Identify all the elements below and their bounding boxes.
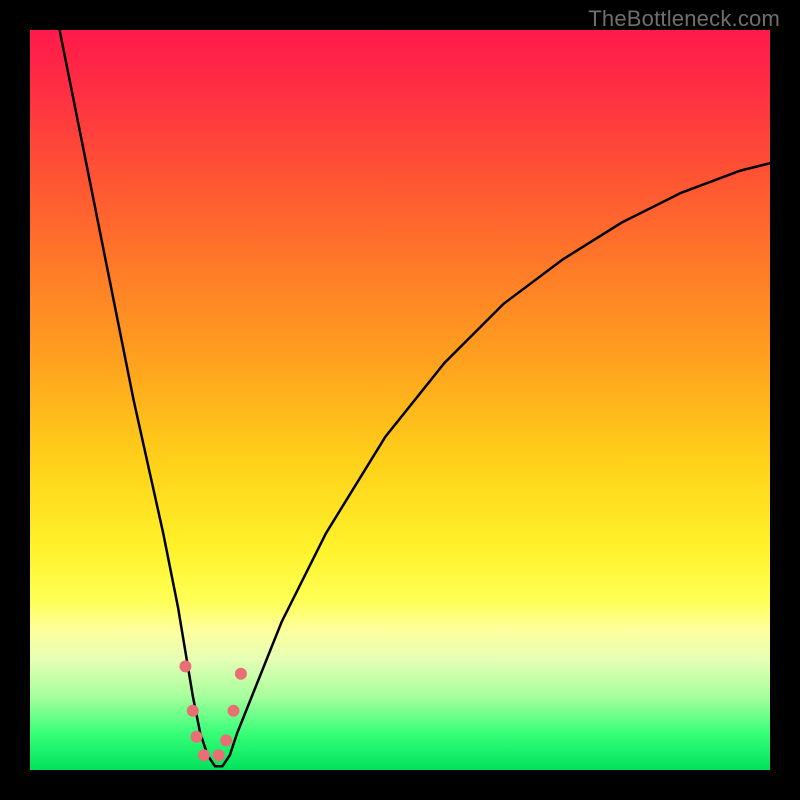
curve-marker <box>235 668 247 680</box>
plot-area <box>30 30 770 770</box>
curve-marker <box>187 705 199 717</box>
bottleneck-curve <box>60 30 770 766</box>
curve-marker <box>191 731 203 743</box>
chart-frame: TheBottleneck.com <box>0 0 800 800</box>
curve-marker <box>213 749 225 761</box>
watermark-text: TheBottleneck.com <box>588 6 780 32</box>
curve-marker <box>179 660 191 672</box>
curve-layer <box>30 30 770 770</box>
curve-marker <box>198 749 210 761</box>
curve-marker <box>220 734 232 746</box>
curve-marker <box>228 705 240 717</box>
